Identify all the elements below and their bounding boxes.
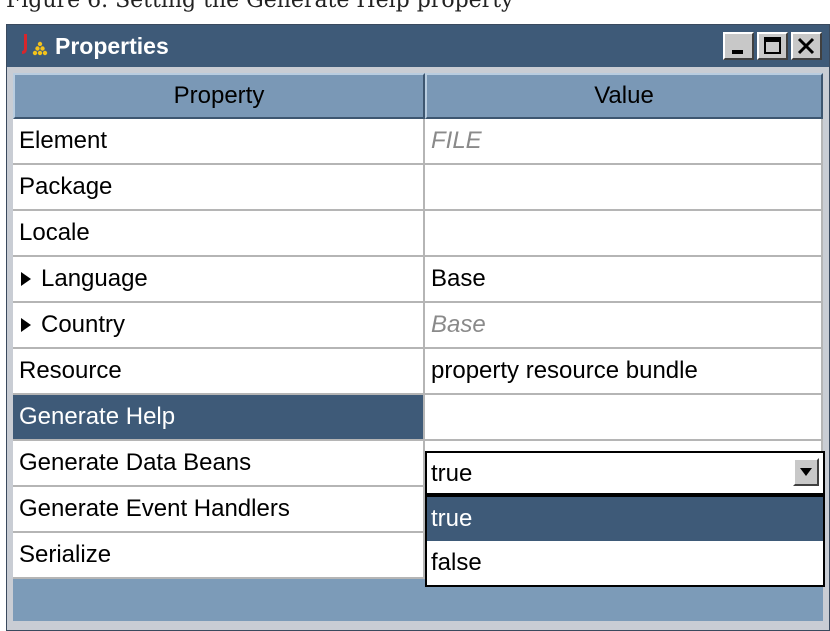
value-cell[interactable]	[425, 395, 823, 441]
column-header-property[interactable]: Property	[13, 73, 425, 119]
table-row[interactable]: Language Base	[13, 257, 823, 303]
property-cell[interactable]: Country	[13, 303, 425, 349]
figure-caption: Figure 6. Setting the Generate Help prop…	[6, 0, 514, 13]
window-title: Properties	[55, 33, 169, 59]
chevron-down-icon	[800, 468, 812, 476]
maximize-button[interactable]	[757, 32, 788, 60]
close-icon	[797, 37, 815, 55]
table-row[interactable]: Locale	[13, 211, 823, 257]
value-cell[interactable]	[425, 211, 823, 257]
document-caption-strip: Figure 6. Setting the Generate Help prop…	[0, 0, 830, 24]
maximize-icon	[764, 37, 781, 54]
property-cell[interactable]: Language	[13, 257, 425, 303]
column-header-value[interactable]: Value	[425, 73, 823, 119]
dropdown-option-false[interactable]: false	[427, 541, 823, 585]
title-bar[interactable]: Properties	[7, 25, 829, 67]
properties-window: Properties Property Value Element FILE P…	[6, 24, 830, 631]
expand-triangle-icon[interactable]	[21, 318, 31, 332]
property-cell[interactable]: Resource	[13, 349, 425, 395]
generate-help-combo[interactable]: true	[425, 451, 825, 495]
property-cell[interactable]: Serialize	[13, 533, 425, 579]
value-cell[interactable]	[425, 165, 823, 211]
table-row[interactable]: Country Base	[13, 303, 823, 349]
table-row-selected[interactable]: Generate Help	[13, 395, 823, 441]
property-label: Language	[41, 265, 148, 292]
combo-dropdown-list[interactable]: true false	[425, 495, 825, 587]
property-cell[interactable]: Generate Data Beans	[13, 441, 425, 487]
java-app-icon	[19, 32, 49, 60]
dropdown-button[interactable]	[793, 458, 819, 486]
value-cell[interactable]: Base	[425, 257, 823, 303]
value-cell[interactable]: Base	[425, 303, 823, 349]
expand-triangle-icon[interactable]	[21, 272, 31, 286]
value-cell[interactable]: FILE	[425, 119, 823, 165]
dropdown-option-true[interactable]: true	[427, 497, 823, 541]
property-cell[interactable]: Generate Event Handlers	[13, 487, 425, 533]
table-row[interactable]: Resource property resource bundle	[13, 349, 823, 395]
property-cell[interactable]: Locale	[13, 211, 425, 257]
minimize-icon	[732, 50, 743, 54]
close-button[interactable]	[791, 32, 822, 60]
value-cell[interactable]: property resource bundle	[425, 349, 823, 395]
minimize-button[interactable]	[723, 32, 754, 60]
table-row[interactable]: Element FILE	[13, 119, 823, 165]
property-cell[interactable]: Generate Help	[13, 395, 425, 441]
table-row[interactable]: Package	[13, 165, 823, 211]
combo-current-value: true	[431, 460, 473, 487]
property-cell[interactable]: Package	[13, 165, 425, 211]
property-cell[interactable]: Element	[13, 119, 425, 165]
property-label: Country	[41, 311, 126, 338]
